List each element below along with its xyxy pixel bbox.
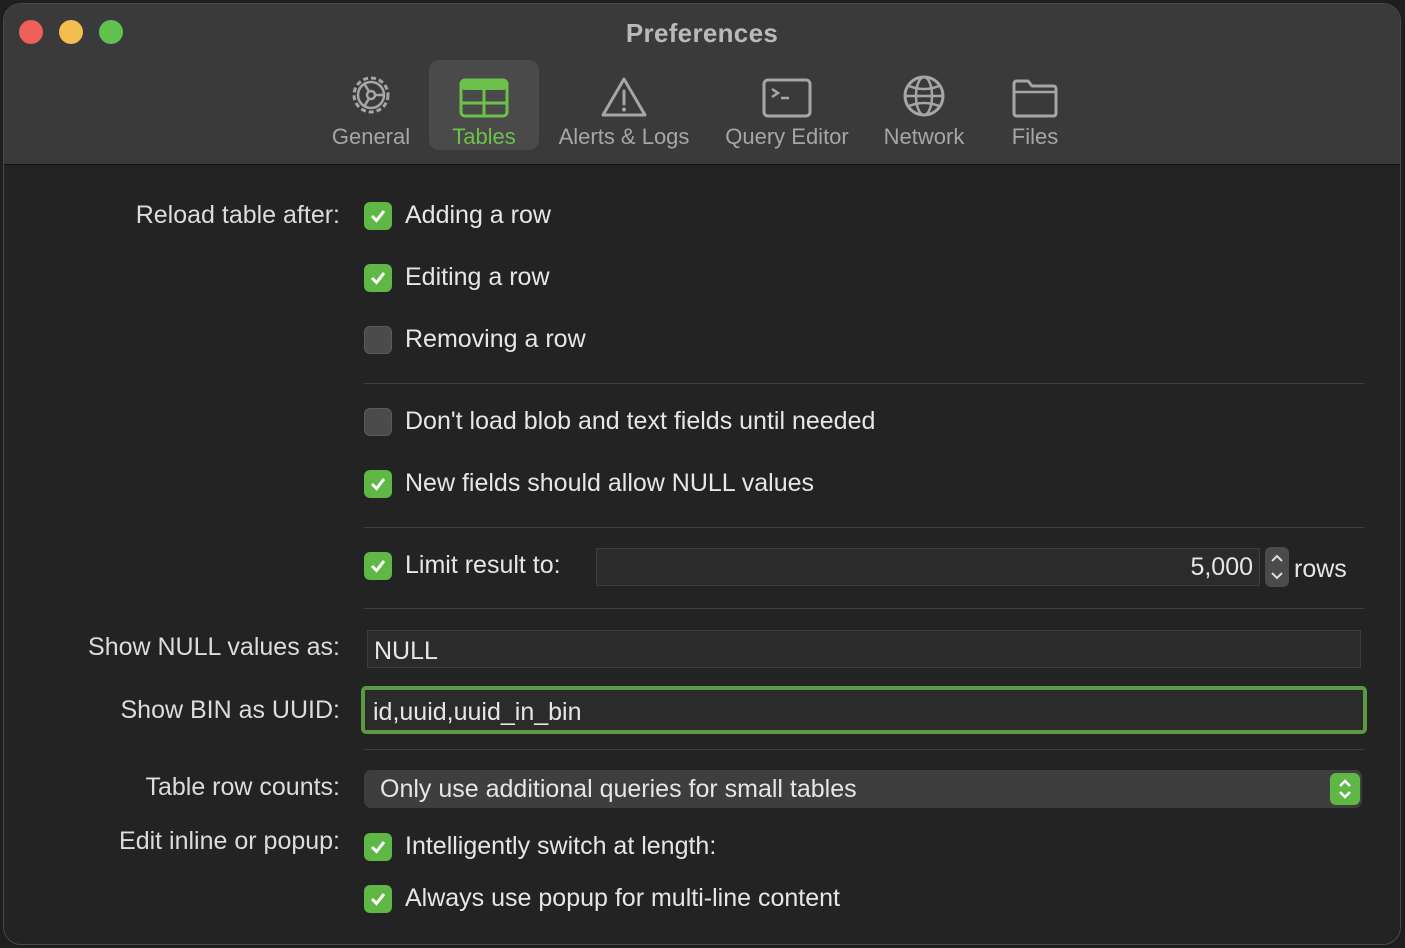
reload-table-label: Reload table after:: [135, 201, 340, 229]
table-icon: [459, 66, 509, 118]
row-counts-popup[interactable]: Only use additional queries for small ta…: [364, 770, 1362, 808]
checkmark-icon: [364, 201, 392, 230]
tab-network[interactable]: Network: [874, 60, 974, 150]
bin-uuid-input[interactable]: id,uuid,uuid_in_bin: [361, 686, 1367, 734]
intelligent-switch-checkbox[interactable]: Intelligently switch at length:: [364, 832, 716, 861]
separator: [364, 527, 1364, 528]
warning-triangle-icon: [601, 66, 647, 118]
tab-label: Files: [1011, 124, 1059, 149]
checkmark-icon: [364, 469, 392, 498]
tab-label: General: [331, 124, 411, 149]
checkbox-box: [364, 325, 392, 354]
adding-row-checkbox[interactable]: Adding a row: [364, 201, 551, 230]
rows-unit-label: rows: [1294, 555, 1347, 583]
separator: [364, 608, 1364, 609]
allow-null-checkbox[interactable]: New fields should allow NULL values: [364, 469, 814, 498]
editing-row-checkbox[interactable]: Editing a row: [364, 263, 550, 292]
limit-rows-stepper[interactable]: [1265, 547, 1289, 587]
checkmark-icon: [364, 263, 392, 292]
tab-label: Query Editor: [725, 124, 849, 149]
row-counts-label: Table row counts:: [145, 773, 340, 801]
null-display-label: Show NULL values as:: [88, 633, 340, 661]
tab-label: Alerts & Logs: [558, 124, 690, 149]
tab-query-editor[interactable]: Query Editor: [717, 60, 857, 150]
bin-uuid-label: Show BIN as UUID:: [120, 696, 340, 724]
window-title: Preferences: [625, 18, 779, 48]
tables-preferences-pane: Reload table after: Adding a row Editing…: [4, 165, 1400, 944]
tab-general[interactable]: General: [326, 60, 416, 150]
tab-label: Tables: [452, 124, 516, 149]
checkmark-icon: [364, 884, 392, 913]
folder-icon: [1011, 66, 1059, 118]
limit-result-checkbox[interactable]: Limit result to:: [364, 551, 561, 580]
limit-rows-input[interactable]: 5,000: [596, 548, 1260, 586]
popup-arrows-icon: [1330, 773, 1360, 805]
terminal-icon: [762, 66, 812, 118]
separator: [364, 749, 1364, 750]
checkbox-label: Editing a row: [405, 263, 550, 291]
checkbox-label: Intelligently switch at length:: [405, 832, 717, 860]
toolbar: Preferences General Tables Alerts & Logs…: [4, 4, 1400, 165]
checkbox-label: Adding a row: [405, 201, 551, 229]
tab-alerts-logs[interactable]: Alerts & Logs: [552, 60, 696, 150]
globe-icon: [902, 66, 946, 118]
tab-files[interactable]: Files: [994, 60, 1076, 150]
preferences-window: Preferences General Tables Alerts & Logs…: [3, 3, 1401, 945]
checkbox-label: Limit result to:: [405, 551, 561, 579]
checkbox-box: [364, 407, 392, 436]
edit-mode-label: Edit inline or popup:: [119, 827, 340, 855]
checkmark-icon: [364, 832, 392, 861]
blob-fields-checkbox[interactable]: Don't load blob and text fields until ne…: [364, 407, 875, 436]
checkbox-label: Always use popup for multi-line content: [405, 884, 840, 912]
checkbox-label: Don't load blob and text fields until ne…: [405, 407, 876, 435]
separator: [364, 383, 1364, 384]
tab-tables[interactable]: Tables: [429, 60, 539, 150]
checkbox-label: New fields should allow NULL values: [405, 469, 814, 497]
checkbox-label: Removing a row: [405, 325, 586, 353]
removing-row-checkbox[interactable]: Removing a row: [364, 325, 586, 354]
always-popup-checkbox[interactable]: Always use popup for multi-line content: [364, 884, 840, 913]
row-counts-selected: Only use additional queries for small ta…: [380, 775, 857, 803]
gear-icon: [348, 66, 394, 118]
checkmark-icon: [364, 551, 392, 580]
stepper-arrows-icon: [1271, 554, 1283, 580]
null-display-input[interactable]: NULL: [367, 630, 1361, 668]
tab-label: Network: [883, 124, 965, 149]
